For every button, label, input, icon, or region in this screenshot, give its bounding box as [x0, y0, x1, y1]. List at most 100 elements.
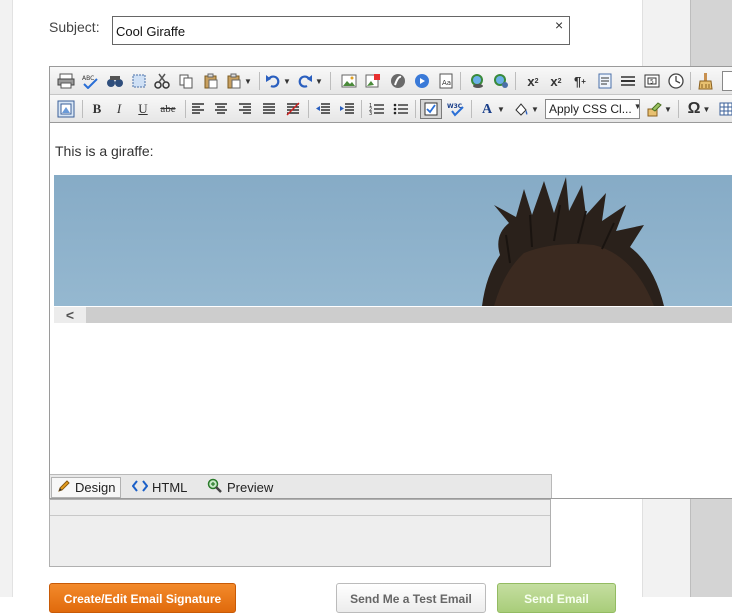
toolbar-divider — [460, 72, 461, 90]
svg-text:Aa: Aa — [442, 79, 451, 87]
code-icon — [131, 479, 149, 496]
outdent-icon[interactable] — [313, 99, 333, 119]
svg-text:5: 5 — [650, 79, 654, 86]
giraffe-hair-picture — [482, 177, 664, 306]
form-element-icon[interactable]: 5 — [642, 71, 662, 91]
flash-icon[interactable] — [388, 71, 408, 91]
print-icon[interactable] — [56, 71, 76, 91]
toolbar-divider — [515, 72, 516, 90]
subject-input[interactable] — [112, 16, 570, 45]
remove-alignment-icon[interactable] — [284, 99, 302, 119]
template-icon[interactable] — [595, 71, 615, 91]
spellcheck-icon[interactable]: ABC — [80, 71, 100, 91]
insert-table-icon[interactable] — [718, 99, 732, 119]
tab-html-label: HTML — [152, 480, 188, 495]
toolbar-divider — [330, 72, 331, 90]
align-left-icon[interactable] — [189, 99, 207, 119]
image-map-icon[interactable] — [363, 71, 383, 91]
paragraph-icon[interactable]: ¶ + — [569, 71, 591, 91]
select-all-icon[interactable] — [130, 71, 148, 91]
undo-icon[interactable]: ▼ — [264, 71, 292, 91]
format-stripper-icon[interactable] — [696, 71, 716, 91]
chevron-down-icon: ▼ — [634, 102, 639, 116]
tab-html[interactable]: HTML — [127, 477, 192, 498]
toolbar-divider — [415, 100, 416, 118]
toolbar-overflow-box[interactable] — [722, 71, 732, 91]
redo-icon[interactable]: ▼ — [296, 71, 324, 91]
italic-icon[interactable]: I — [110, 99, 128, 119]
chevron-down-icon[interactable]: ▼ — [315, 77, 323, 86]
chevron-down-icon[interactable]: ▼ — [702, 105, 710, 114]
indent-icon[interactable] — [337, 99, 357, 119]
find-replace-icon[interactable] — [105, 71, 125, 91]
css-class-select-label: Apply CSS Cl... — [549, 102, 632, 116]
horizontal-scrollbar[interactable]: < — [54, 307, 732, 323]
toolbar-divider — [690, 72, 691, 90]
align-center-icon[interactable] — [212, 99, 230, 119]
chevron-down-icon[interactable]: ▼ — [283, 77, 291, 86]
attachments-panel — [49, 499, 551, 567]
superscript-icon[interactable]: x2 — [523, 71, 543, 91]
pencil-icon — [57, 479, 71, 496]
cut-icon[interactable] — [153, 71, 171, 91]
send-test-email-button[interactable]: Send Me a Test Email — [336, 583, 486, 613]
subscript-icon[interactable]: x2 — [546, 71, 566, 91]
panel-divider — [50, 515, 550, 516]
subject-label: Subject: — [49, 19, 100, 35]
css-class-select[interactable]: Apply CSS Cl... ▼ — [545, 99, 640, 119]
numbered-list-icon[interactable]: 123 — [367, 99, 387, 119]
chevron-down-icon[interactable]: ▼ — [497, 105, 505, 114]
send-email-button[interactable]: Send Email — [497, 583, 616, 613]
font-color-icon[interactable]: A ▼ — [478, 99, 508, 119]
toolbar-divider — [471, 100, 472, 118]
paste-icon[interactable] — [201, 71, 221, 91]
toolbar-divider — [185, 100, 186, 118]
tab-preview[interactable]: Preview — [202, 477, 278, 498]
background-color-icon[interactable]: ▼ — [512, 99, 540, 119]
clear-subject-icon[interactable]: × — [555, 17, 563, 33]
strikethrough-icon[interactable]: abe — [156, 99, 180, 119]
xhtml-validator-icon[interactable]: W3C — [445, 99, 467, 119]
hyperlink-icon[interactable] — [467, 71, 487, 91]
align-right-icon[interactable] — [236, 99, 254, 119]
table-properties-icon[interactable] — [56, 99, 76, 119]
underline-icon[interactable]: U — [134, 99, 152, 119]
chevron-down-icon[interactable]: ▼ — [531, 105, 539, 114]
magnifier-icon — [207, 478, 223, 497]
toolbar-divider — [82, 100, 83, 118]
editor-toolbar-row-1: ABC ▼ ▼ ▼ Aa x 2 x 2 ¶ + 5 — [50, 67, 732, 95]
left-panel-strip — [0, 0, 13, 597]
scroll-left-arrow[interactable]: < — [54, 307, 86, 323]
media-icon[interactable] — [412, 71, 432, 91]
toolbar-divider — [678, 100, 679, 118]
copy-icon[interactable] — [177, 71, 195, 91]
editor-mode-bar: Design HTML Preview — [50, 474, 552, 498]
create-signature-button[interactable]: Create/Edit Email Signature — [49, 583, 236, 613]
svg-text:3: 3 — [369, 111, 372, 116]
content-paragraph[interactable]: This is a giraffe: — [55, 143, 154, 159]
tab-design[interactable]: Design — [51, 477, 122, 498]
giraffe-image[interactable] — [54, 175, 732, 306]
tab-design-label: Design — [75, 480, 116, 495]
insert-date-icon[interactable] — [666, 71, 686, 91]
paste-options-icon[interactable]: ▼ — [225, 71, 253, 91]
justify-icon[interactable] — [260, 99, 278, 119]
document-manager-icon[interactable]: Aa — [436, 71, 456, 91]
image-manager-icon[interactable] — [339, 71, 359, 91]
rich-text-editor: ABC ▼ ▼ ▼ Aa x 2 x 2 ¶ + 5 B I U abe 1 2… — [49, 66, 732, 499]
editor-toolbar-row-2: B I U abe 123 W3C A ▼ ▼ Apply CSS Cl... … — [50, 95, 732, 123]
editor-content-area[interactable]: This is a giraffe: < — [50, 124, 732, 474]
bulleted-list-icon[interactable] — [391, 99, 411, 119]
svg-text:A: A — [482, 102, 493, 117]
special-characters-icon[interactable]: Ω ▼ — [684, 99, 714, 119]
toolbar-divider — [308, 100, 309, 118]
toolbar-divider — [259, 72, 260, 90]
bold-icon[interactable]: B — [88, 99, 106, 119]
tab-preview-label: Preview — [227, 480, 274, 495]
toggle-borders-icon[interactable] — [420, 99, 442, 119]
chevron-down-icon[interactable]: ▼ — [664, 105, 672, 114]
remove-link-icon[interactable] — [491, 71, 511, 91]
format-painter-icon[interactable]: ▼ — [644, 99, 674, 119]
chevron-down-icon[interactable]: ▼ — [244, 77, 252, 86]
horizontal-rule-icon[interactable] — [618, 71, 638, 91]
